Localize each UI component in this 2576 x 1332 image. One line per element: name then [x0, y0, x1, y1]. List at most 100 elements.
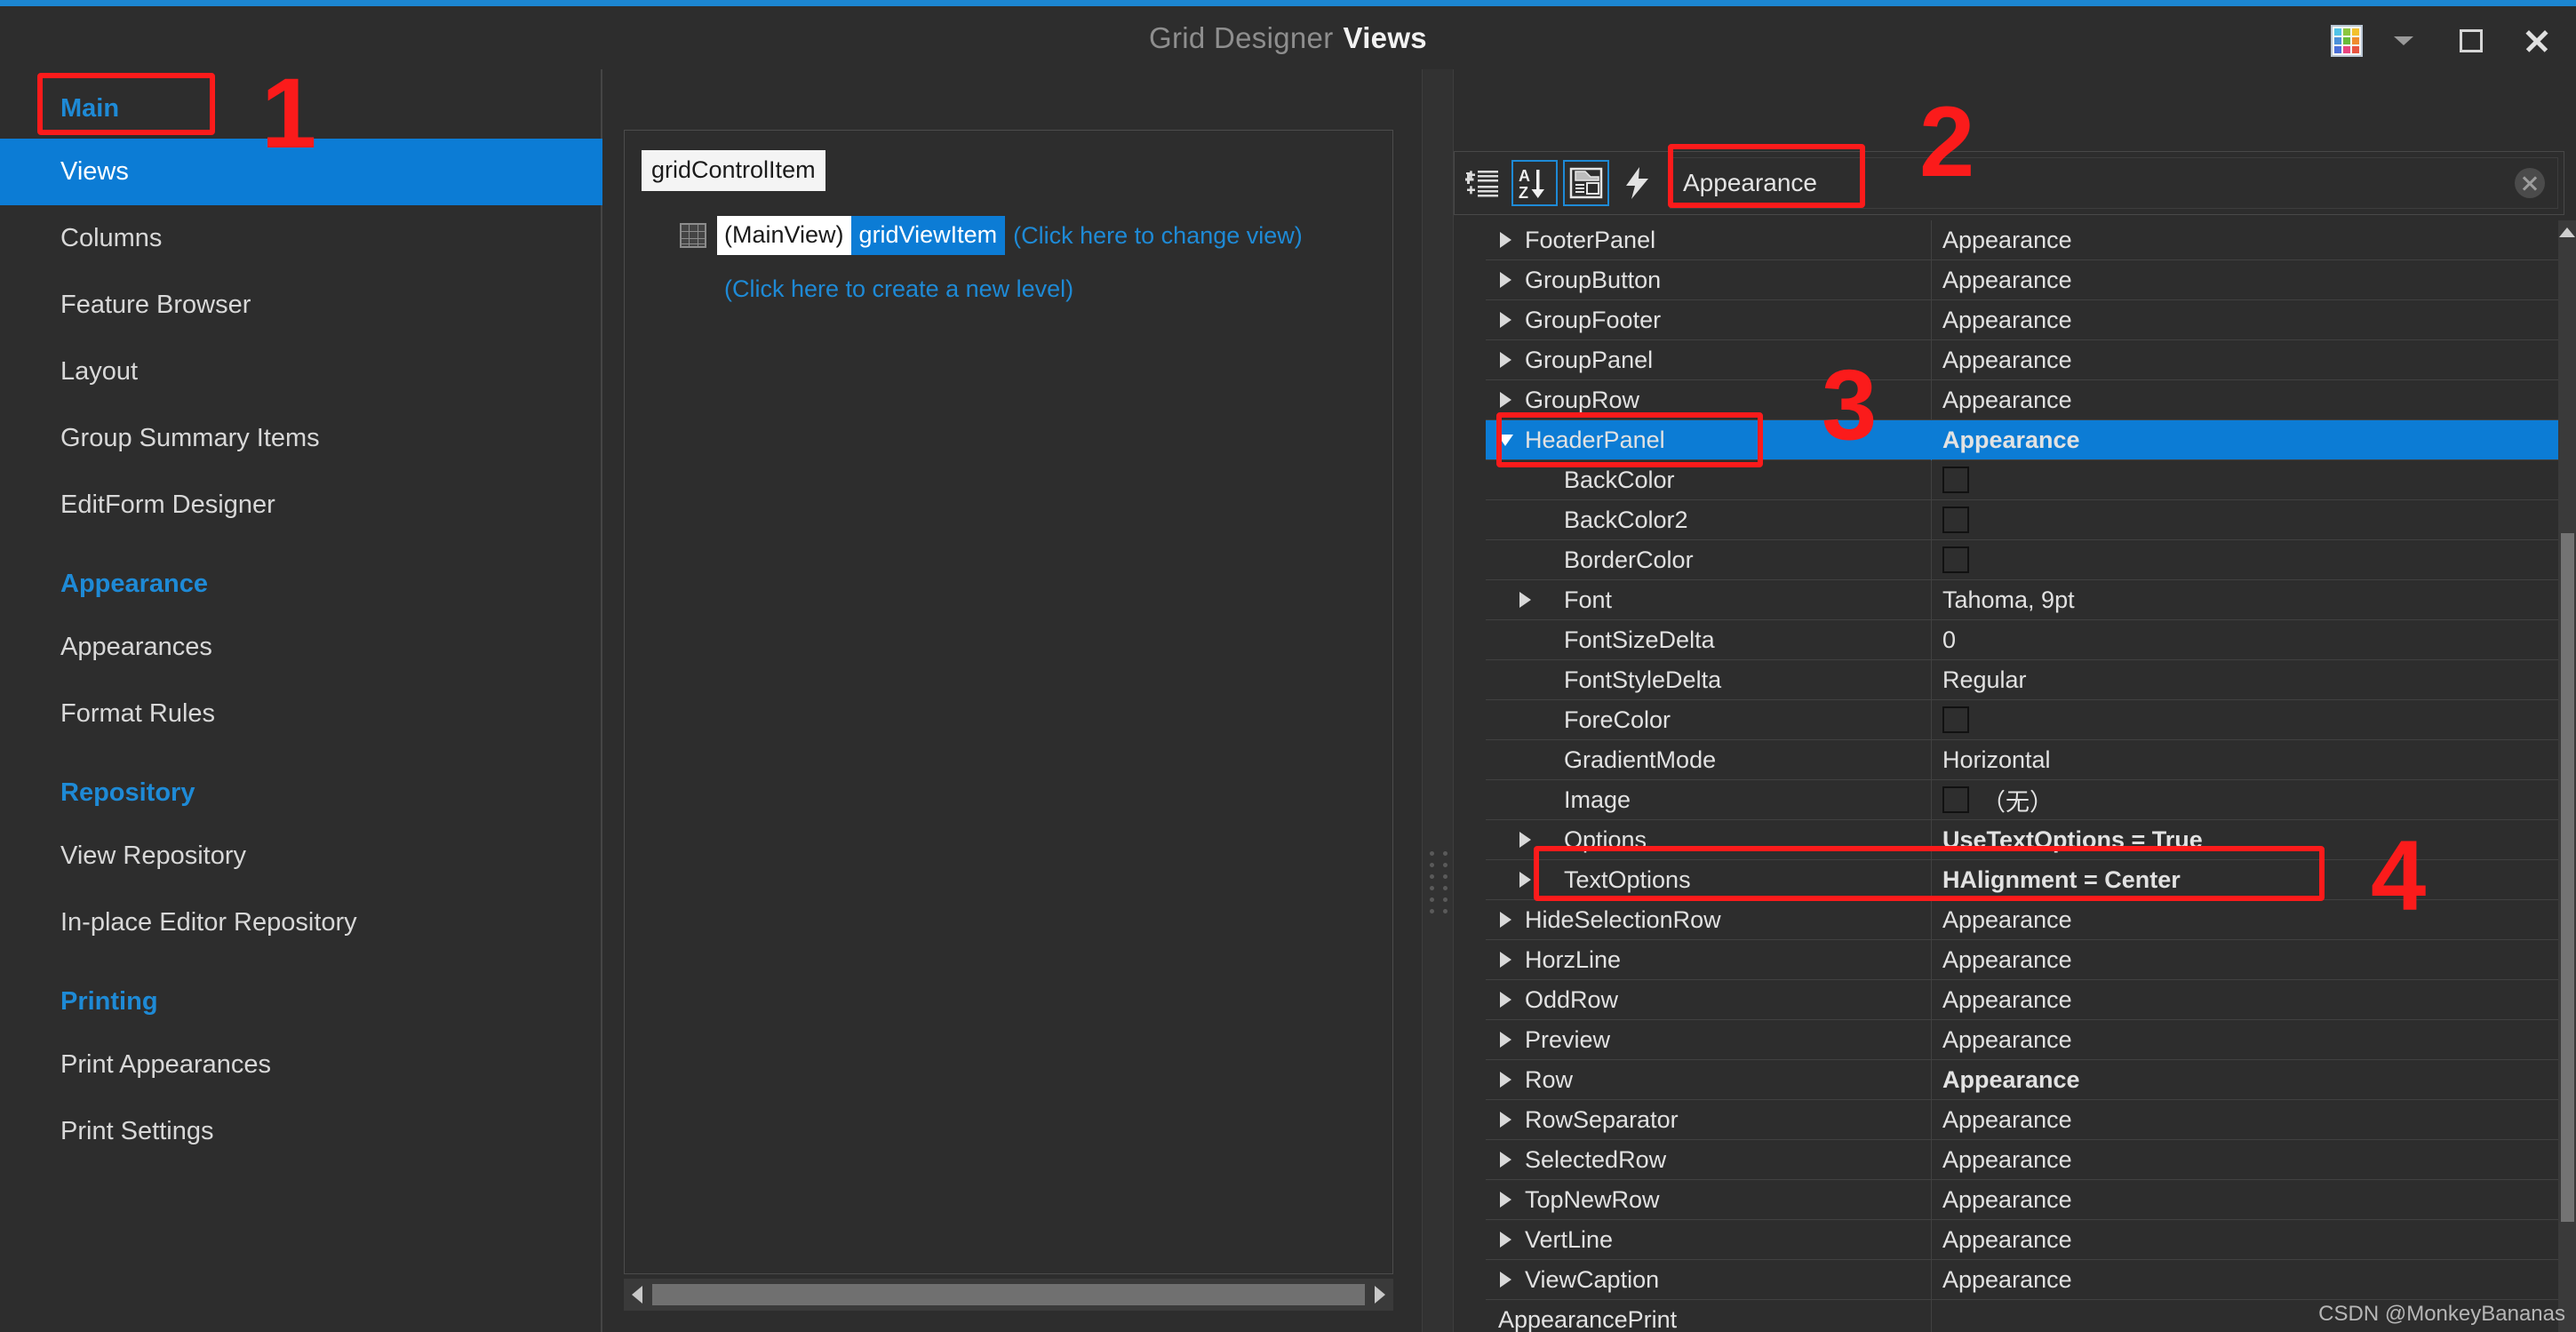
color-swatch-icon[interactable]: [1942, 546, 1969, 573]
property-row[interactable]: ViewCaption Appearance: [1454, 1259, 2558, 1300]
color-swatch-icon[interactable]: [1942, 506, 1969, 533]
property-row[interactable]: FontStyleDelta Regular: [1454, 659, 2558, 700]
property-value-cell[interactable]: HAlignment = Center: [1932, 860, 2558, 900]
property-value-cell[interactable]: Tahoma, 9pt: [1932, 580, 2558, 620]
property-value-cell[interactable]: Horizontal: [1932, 740, 2558, 780]
categorize-icon[interactable]: [1460, 160, 1506, 206]
property-value-cell[interactable]: Appearance: [1932, 980, 2558, 1020]
property-row[interactable]: HideSelectionRow Appearance: [1454, 899, 2558, 940]
sidebar-item-format-rules[interactable]: Format Rules: [0, 681, 602, 747]
property-value-cell[interactable]: [1932, 700, 2558, 740]
property-row[interactable]: Preview Appearance: [1454, 1019, 2558, 1060]
property-value-cell[interactable]: Appearance: [1932, 420, 2558, 460]
skin-dropdown-button[interactable]: [2381, 12, 2426, 69]
expand-right-icon[interactable]: [1486, 1112, 1525, 1128]
lightning-bolt-icon[interactable]: [1615, 160, 1661, 206]
color-swatch-icon[interactable]: [1942, 706, 1969, 733]
property-row[interactable]: Image （无）: [1454, 779, 2558, 820]
arrow-left-icon[interactable]: [624, 1279, 650, 1311]
property-value-cell[interactable]: Appearance: [1932, 300, 2558, 340]
property-row[interactable]: TopNewRow Appearance: [1454, 1179, 2558, 1220]
sidebar-item-editform-designer[interactable]: EditForm Designer: [0, 472, 602, 538]
close-button[interactable]: [2510, 12, 2562, 69]
property-row[interactable]: RowSeparator Appearance: [1454, 1099, 2558, 1140]
property-value-cell[interactable]: Appearance: [1932, 1060, 2558, 1100]
expand-right-icon[interactable]: [1486, 912, 1525, 928]
tree-horizontal-scrollbar[interactable]: [624, 1279, 1393, 1311]
property-row[interactable]: Options UseTextOptions = True: [1454, 819, 2558, 860]
expand-right-icon[interactable]: [1486, 272, 1525, 288]
property-row[interactable]: OddRow Appearance: [1454, 979, 2558, 1020]
sidebar-item-layout[interactable]: Layout: [0, 339, 602, 405]
property-row[interactable]: GroupFooter Appearance: [1454, 299, 2558, 340]
property-value-cell[interactable]: 0: [1932, 620, 2558, 660]
property-row[interactable]: GradientMode Horizontal: [1454, 739, 2558, 780]
expand-right-icon[interactable]: [1486, 352, 1525, 368]
sidebar-item-feature-browser[interactable]: Feature Browser: [0, 272, 602, 339]
property-row[interactable]: BackColor2: [1454, 499, 2558, 540]
expand-right-icon[interactable]: [1486, 592, 1564, 608]
property-row[interactable]: HorzLine Appearance: [1454, 939, 2558, 980]
property-row[interactable]: GroupPanel Appearance: [1454, 339, 2558, 380]
property-value-cell[interactable]: Appearance: [1932, 940, 2558, 980]
property-row[interactable]: ForeColor: [1454, 699, 2558, 740]
sidebar-item-views[interactable]: Views: [0, 139, 602, 205]
expand-right-icon[interactable]: [1486, 992, 1525, 1008]
property-row[interactable]: BorderColor: [1454, 539, 2558, 580]
expand-right-icon[interactable]: [1486, 1272, 1525, 1288]
property-value-cell[interactable]: UseTextOptions = True: [1932, 820, 2558, 860]
property-value-cell[interactable]: [1932, 460, 2558, 500]
expand-right-icon[interactable]: [1486, 872, 1564, 888]
property-row[interactable]: BackColor: [1454, 459, 2558, 500]
property-value-cell[interactable]: Appearance: [1932, 1220, 2558, 1260]
expand-right-icon[interactable]: [1486, 392, 1525, 408]
expand-right-icon[interactable]: [1486, 1032, 1525, 1048]
sidebar-item-columns[interactable]: Columns: [0, 205, 602, 272]
sidebar-item-appearances[interactable]: Appearances: [0, 614, 602, 681]
color-swatch-icon[interactable]: [1942, 467, 1969, 493]
property-value-cell[interactable]: Appearance: [1932, 1140, 2558, 1180]
property-value-cell[interactable]: Appearance: [1932, 220, 2558, 260]
sidebar-item-group-summary-items[interactable]: Group Summary Items: [0, 405, 602, 472]
expand-right-icon[interactable]: [1486, 232, 1525, 248]
property-value-cell[interactable]: （无）: [1932, 780, 2558, 820]
collapse-down-icon[interactable]: [1486, 434, 1525, 446]
property-search-box[interactable]: Appearance: [1670, 157, 2558, 209]
expand-right-icon[interactable]: [1486, 1152, 1525, 1168]
property-row[interactable]: VertLine Appearance: [1454, 1219, 2558, 1260]
scrollbar-thumb[interactable]: [652, 1284, 1365, 1305]
tree-node-mainview[interactable]: (MainView): [717, 216, 851, 255]
property-row[interactable]: GroupRow Appearance: [1454, 379, 2558, 420]
search-input[interactable]: Appearance: [1671, 169, 2515, 197]
property-value-cell[interactable]: Appearance: [1932, 1260, 2558, 1300]
property-value-cell[interactable]: [1932, 540, 2558, 580]
sidebar-item-print-appearances[interactable]: Print Appearances: [0, 1032, 602, 1098]
maximize-button[interactable]: [2445, 12, 2497, 69]
color-swatch-icon[interactable]: [1942, 786, 1969, 813]
panel-splitter[interactable]: [1422, 69, 1454, 1332]
expand-right-icon[interactable]: [1486, 1072, 1525, 1088]
property-row[interactable]: HeaderPanel Appearance: [1454, 419, 2558, 460]
property-row[interactable]: Font Tahoma, 9pt: [1454, 579, 2558, 620]
tree-node-root[interactable]: gridControlItem: [642, 150, 825, 191]
property-value-cell[interactable]: Appearance: [1932, 1020, 2558, 1060]
property-value-cell[interactable]: Appearance: [1932, 260, 2558, 300]
property-row[interactable]: FooterPanel Appearance: [1454, 220, 2558, 260]
sidebar-item-inplace-editor-repository[interactable]: In-place Editor Repository: [0, 889, 602, 956]
expand-right-icon[interactable]: [1486, 952, 1525, 968]
property-value-cell[interactable]: [1932, 500, 2558, 540]
property-row[interactable]: Row Appearance: [1454, 1059, 2558, 1100]
tree-node-gridviewitem[interactable]: gridViewItem: [850, 216, 1006, 255]
property-value-cell[interactable]: Regular: [1932, 660, 2558, 700]
properties-page-icon[interactable]: [1563, 160, 1609, 206]
expand-right-icon[interactable]: [1486, 312, 1525, 328]
property-value-cell[interactable]: Appearance: [1932, 1180, 2558, 1220]
expand-right-icon[interactable]: [1486, 1192, 1525, 1208]
expand-right-icon[interactable]: [1486, 832, 1564, 848]
sidebar-item-view-repository[interactable]: View Repository: [0, 823, 602, 889]
skin-selector-button[interactable]: [2321, 12, 2373, 69]
sort-alphabetical-icon[interactable]: A Z: [1511, 160, 1558, 206]
expand-right-icon[interactable]: [1486, 1232, 1525, 1248]
create-new-level-link[interactable]: (Click here to create a new level): [724, 275, 1073, 303]
property-row[interactable]: FontSizeDelta 0: [1454, 619, 2558, 660]
